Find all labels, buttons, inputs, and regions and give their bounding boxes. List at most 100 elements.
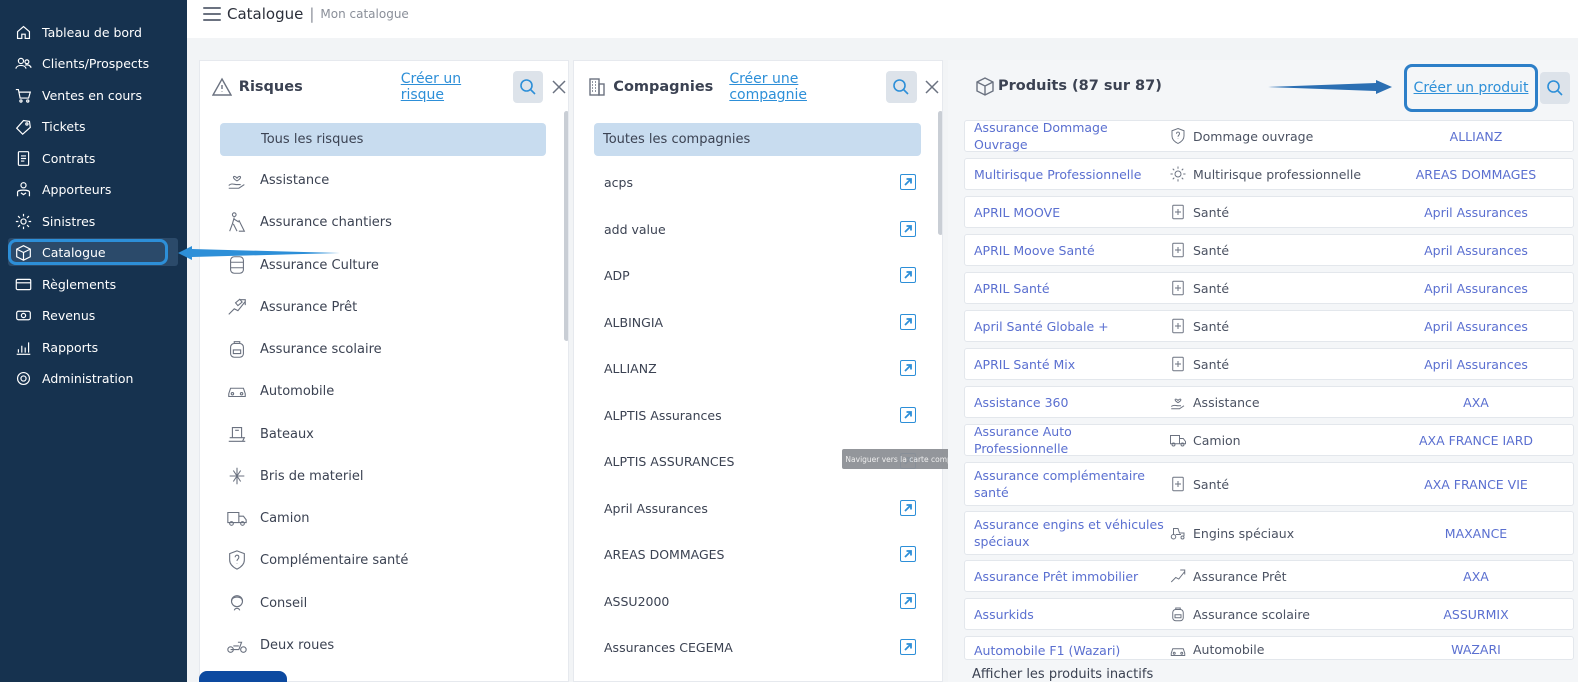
sidebar-item-tableau-de-bord[interactable]: Tableau de bord [8,18,178,46]
list-item[interactable]: AREAS DOMMAGES [604,539,916,569]
list-item[interactable]: ADP [604,260,916,290]
list-item[interactable]: ASSU2000 [604,586,916,616]
product-company: April Assurances [1424,280,1528,296]
all-compagnies-item[interactable]: Toutes les compagnies [594,123,921,156]
compagnies-search-button[interactable] [885,71,917,103]
sidebar-item-rapports[interactable]: Rapports [8,333,178,361]
table-row[interactable]: APRIL Santé Santé April Assurances [964,272,1574,304]
create-risque-link[interactable]: Créer un risque [401,71,503,103]
list-item[interactable]: Bateaux [224,419,314,449]
sidebar-item-clients[interactable]: Clients/Prospects [8,49,178,77]
list-item[interactable]: Conseil [224,588,307,618]
list-item[interactable]: Assurances CEGEMA [604,632,916,662]
help-chat-button[interactable] [199,671,287,682]
sidebar-item-tickets[interactable]: Tickets [8,112,178,140]
broken-device-icon [224,464,250,488]
external-link-icon[interactable] [900,221,916,237]
product-company: AREAS DOMMAGES [1415,166,1537,182]
list-item[interactable]: Deux roues [224,630,334,660]
sidebar-item-label: Revenus [42,307,96,323]
list-item-label: ALPTIS Assurances [604,407,722,423]
handshake-icon [14,180,32,198]
list-item[interactable]: ALLIANZ [604,353,916,383]
external-link-icon[interactable] [900,360,916,376]
list-item[interactable]: Camion [224,503,310,533]
risques-close-button[interactable] [549,77,568,97]
list-item[interactable]: acps [604,167,916,197]
create-produit-link[interactable]: Créer un produit [1414,80,1529,96]
table-row[interactable]: Assurance Dommage Ouvrage Dommage ouvrag… [964,120,1574,152]
table-row[interactable]: Assistance 360 Assistance AXA [964,386,1574,418]
product-risk: Santé [1193,242,1230,258]
list-item[interactable]: Assistance [224,165,329,195]
product-risk: Engins spéciaux [1193,525,1295,541]
list-item[interactable]: Automobile [224,376,334,406]
list-item-label: ALPTIS ASSURANCES [604,453,735,469]
list-item[interactable]: Bris de materiel [224,461,363,491]
list-item-label: ALLIANZ [604,360,657,376]
external-link-icon[interactable] [900,407,916,423]
produits-title: Produits (87 sur 87) [998,78,1162,94]
shield-question-icon [1165,127,1191,145]
sun-icon [1165,165,1191,183]
create-produit-highlight: Créer un produit [1404,64,1538,112]
compagnies-scrollbar[interactable] [938,111,942,235]
external-link-icon[interactable] [900,314,916,330]
sidebar-item-ventes[interactable]: Ventes en cours [8,81,178,109]
sidebar-item-apporteurs[interactable]: Apporteurs [8,175,178,203]
arrow-left-annotation [178,246,340,260]
table-row[interactable]: Assurance Auto Professionnelle Camion AX… [964,424,1574,456]
list-item[interactable]: ALPTIS Assurances [604,400,916,430]
external-link-icon[interactable] [900,593,916,609]
all-risques-item[interactable]: Tous les risques [220,123,546,156]
sidebar-item-label: Ventes en cours [42,87,142,103]
table-row[interactable]: Automobile F1 (Wazari) Automobile WAZARI [964,636,1574,660]
hamburger-icon[interactable] [203,7,221,21]
risques-panel: Risques Créer un risque Tous les risques… [199,60,569,682]
external-link-icon[interactable] [900,639,916,655]
list-item[interactable]: Assurance Prêt [224,292,357,322]
external-link-icon[interactable] [900,174,916,190]
list-item[interactable]: add value [604,214,916,244]
show-inactive-products-link[interactable]: Afficher les produits inactifs [972,667,1153,682]
table-row[interactable]: Multirisque Professionnelle Multirisque … [964,158,1574,190]
sidebar-item-catalogue[interactable]: Catalogue [8,238,178,266]
table-row[interactable]: April Santé Globale + Santé April Assura… [964,310,1574,342]
list-item[interactable]: Complémentaire santé [224,545,408,575]
table-row[interactable]: Assurkids Assurance scolaire ASSURMIX [964,598,1574,630]
produits-search-button[interactable] [1540,72,1570,104]
product-risk: Santé [1193,356,1230,372]
sidebar-item-reglements[interactable]: Règlements [8,270,178,298]
table-row[interactable]: APRIL Moove Santé Santé April Assurances [964,234,1574,266]
product-risk: Camion [1193,432,1241,448]
table-row[interactable]: Assurance complémentaire santé Santé AXA… [964,462,1574,506]
table-row[interactable]: Assurance engins et véhicules spéciaux E… [964,511,1574,555]
external-link-icon[interactable] [900,546,916,562]
external-link-icon[interactable] [900,500,916,516]
create-compagnie-link[interactable]: Créer une compagnie [729,71,875,103]
advisor-icon [224,591,250,615]
list-item-label: Camion [260,510,310,526]
product-company: ALLIANZ [1449,128,1503,144]
external-link-icon[interactable] [900,267,916,283]
money-hand-icon [1165,567,1191,585]
table-row[interactable]: APRIL Santé Mix Santé April Assurances [964,348,1574,380]
risques-scrollbar[interactable] [564,111,568,341]
health-icon [1165,203,1191,221]
sidebar-item-contrats[interactable]: Contrats [8,144,178,172]
table-row[interactable]: Assurance Prêt immobilier Assurance Prêt… [964,560,1574,592]
compagnies-close-button[interactable] [923,77,942,97]
list-item[interactable]: ALBINGIA [604,307,916,337]
list-item[interactable]: Assurance chantiers [224,207,392,237]
sidebar-item-administration[interactable]: Administration [8,364,178,392]
list-item[interactable]: April Assurances [604,493,916,523]
breadcrumb-separator: | [309,5,315,23]
page-title: Catalogue [227,5,304,23]
health-icon [1165,241,1191,259]
sidebar-item-revenus[interactable]: Revenus [8,301,178,329]
table-row[interactable]: APRIL MOOVE Santé April Assurances [964,196,1574,228]
list-item[interactable]: Assurance scolaire [224,334,382,364]
sidebar-item-label: Apporteurs [42,181,112,197]
sidebar-item-sinistres[interactable]: Sinistres [8,207,178,235]
risques-search-button[interactable] [512,71,544,103]
